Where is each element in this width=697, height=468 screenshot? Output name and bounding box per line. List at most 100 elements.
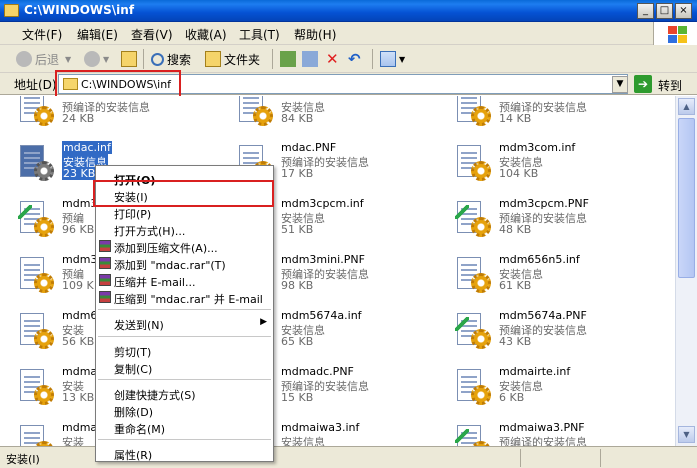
menu-create-shortcut[interactable]: 创建快捷方式(S) — [96, 385, 273, 402]
go-arrow-icon: ➔ — [634, 75, 652, 93]
maximize-button[interactable]: □ — [656, 3, 673, 19]
copy-to-button[interactable] — [302, 49, 321, 69]
delete-icon: ✕ — [326, 50, 339, 68]
inf-file-icon — [451, 96, 491, 132]
menu-favorites[interactable]: 收藏(A) — [185, 26, 227, 43]
scroll-down-button[interactable]: ▼ — [678, 426, 695, 443]
inf-file-icon — [14, 143, 54, 187]
file-item[interactable]: mdmairte.inf 安装信息 6 KB — [451, 365, 661, 417]
file-item[interactable]: mdm3com.inf 安装信息 104 KB — [451, 141, 661, 193]
chevron-right-icon: ▶ — [260, 317, 267, 327]
menu-compress-email[interactable]: 压缩并 E-mail... — [96, 272, 273, 289]
file-item[interactable]: mdm3cpcm.PNF 预编译的安装信息 48 KB — [451, 197, 661, 249]
folder-icon — [4, 4, 19, 17]
address-dropdown-button[interactable]: ▼ — [612, 76, 628, 93]
minimize-button[interactable]: _ — [637, 3, 654, 19]
go-button[interactable]: ➔ 转到 — [634, 75, 692, 93]
close-button[interactable]: × — [675, 3, 692, 19]
search-icon — [151, 52, 164, 66]
menu-tools[interactable]: 工具(T) — [239, 26, 280, 43]
status-divider — [520, 449, 521, 467]
menu-help[interactable]: 帮助(H) — [294, 26, 336, 43]
scroll-thumb[interactable] — [678, 118, 695, 278]
install-highlight-box — [93, 180, 274, 207]
address-label: 地址(D) — [14, 78, 57, 92]
toolbar-separator — [143, 49, 144, 69]
chevron-down-icon: ▼ — [103, 54, 110, 64]
file-item[interactable]: 安装信息 84 KB — [233, 96, 443, 138]
menu-send-to[interactable]: 发送到(N) ▶ — [96, 315, 273, 332]
menu-cut[interactable]: 剪切(T) — [96, 342, 273, 359]
context-menu: 打开(O) 安装(I) 打印(P) 打开方式(H)... 添加到压缩文件(A).… — [95, 165, 274, 462]
menu-properties[interactable]: 属性(R) — [96, 445, 273, 462]
inf-file-icon — [14, 367, 54, 411]
back-button[interactable]: 后退 ▼ — [16, 49, 71, 69]
menu-separator — [98, 379, 271, 380]
undo-icon: ↶ — [348, 50, 361, 68]
delete-button[interactable]: ✕ — [326, 49, 339, 69]
file-item[interactable]: 预编译的安装信息 24 KB — [14, 96, 224, 138]
toolbar-separator — [372, 49, 373, 69]
move-to-icon — [280, 51, 296, 67]
go-label: 转到 — [658, 79, 683, 93]
chevron-up-icon: ▲ — [683, 102, 690, 111]
move-to-button[interactable] — [280, 49, 299, 69]
menu-add-to-rar[interactable]: 添加到 "mdac.rar"(T) — [96, 255, 273, 272]
menu-open-with[interactable]: 打开方式(H)... — [96, 221, 273, 238]
inf-file-icon — [451, 143, 491, 187]
winrar-icon — [99, 291, 111, 303]
inf-file-icon — [14, 96, 54, 132]
menu-separator — [98, 309, 271, 310]
inf-file-icon — [233, 96, 273, 132]
menu-delete[interactable]: 删除(D) — [96, 402, 273, 419]
undo-button[interactable]: ↶ — [348, 49, 361, 69]
menu-add-to-archive[interactable]: 添加到压缩文件(A)... — [96, 238, 273, 255]
folders-button[interactable]: 文件夹 — [205, 49, 260, 69]
vertical-scrollbar[interactable]: ▲ ▼ — [675, 96, 697, 446]
menu-compress-rar-email[interactable]: 压缩到 "mdac.rar" 并 E-mail — [96, 289, 273, 306]
inf-file-icon — [451, 367, 491, 411]
file-item[interactable]: mdm5674a.PNF 预编译的安装信息 43 KB — [451, 309, 661, 361]
folder-icon — [205, 51, 221, 67]
forward-button[interactable]: ▼ — [84, 49, 109, 69]
file-item[interactable]: mdmaiwa3.PNF 预编译的安装信息 — [451, 421, 661, 446]
forward-arrow-icon — [84, 51, 100, 67]
up-folder-button[interactable] — [121, 49, 140, 69]
copy-to-icon — [302, 51, 318, 67]
toolbar-separator — [272, 49, 273, 69]
up-folder-icon — [121, 51, 137, 67]
folders-label: 文件夹 — [224, 52, 261, 67]
back-arrow-icon — [16, 51, 32, 67]
menu-view[interactable]: 查看(V) — [131, 26, 173, 43]
chevron-down-icon: ▼ — [399, 54, 406, 64]
chevron-down-icon: ▼ — [616, 79, 624, 89]
search-button[interactable]: 搜索 — [151, 49, 191, 69]
pnf-file-icon — [451, 199, 491, 243]
menu-copy[interactable]: 复制(C) — [96, 359, 273, 376]
scroll-up-button[interactable]: ▲ — [678, 98, 695, 115]
views-icon — [380, 51, 396, 67]
title-bar[interactable]: C:\WINDOWS\inf _ □ × — [0, 0, 697, 22]
file-item[interactable]: 预编译的安装信息 14 KB — [451, 96, 661, 138]
file-item[interactable]: mdm656n5.inf 安装信息 61 KB — [451, 253, 661, 305]
inf-file-icon — [14, 423, 54, 446]
chevron-down-icon: ▼ — [683, 430, 690, 439]
menu-bar: 文件(F) 编辑(E) 查看(V) 收藏(A) 工具(T) 帮助(H) — [0, 22, 697, 45]
menu-file[interactable]: 文件(F) — [22, 26, 62, 43]
toolbar: 后退 ▼ ▼ 搜索 文件夹 ✕ ↶ ▼ — [0, 45, 697, 73]
search-label: 搜索 — [167, 52, 192, 67]
views-button[interactable]: ▼ — [380, 49, 405, 69]
menu-edit[interactable]: 编辑(E) — [77, 26, 118, 43]
pnf-file-icon — [14, 199, 54, 243]
winrar-icon — [99, 257, 111, 269]
menu-separator — [98, 336, 271, 337]
pnf-file-icon — [451, 423, 491, 446]
menu-rename[interactable]: 重命名(M) — [96, 419, 273, 436]
window-title: C:\WINDOWS\inf — [24, 3, 135, 17]
winrar-icon — [99, 274, 111, 286]
pnf-file-icon — [451, 311, 491, 355]
address-highlight-box — [55, 70, 181, 99]
inf-file-icon — [451, 255, 491, 299]
menu-separator — [98, 439, 271, 440]
status-text: 安装(I) — [6, 453, 40, 466]
